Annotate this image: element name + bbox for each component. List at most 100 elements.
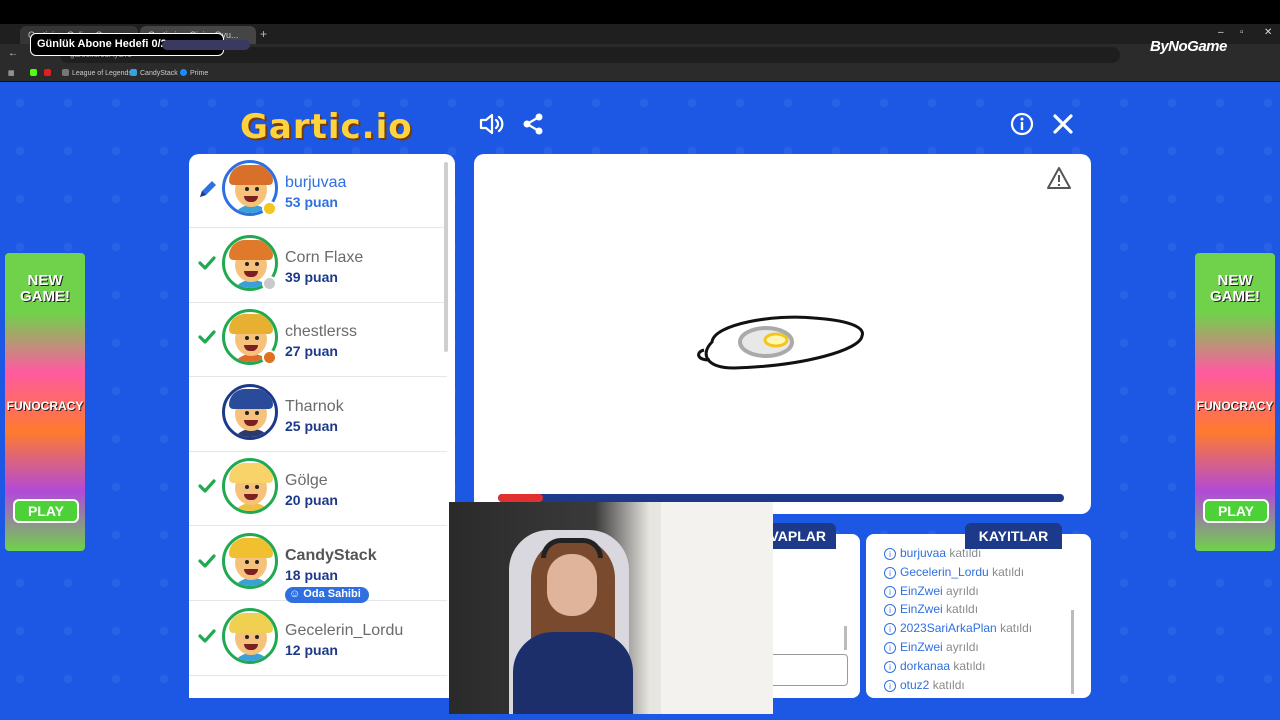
log-user: otuz2: [900, 677, 930, 692]
logs-scrollbar[interactable]: [1071, 610, 1074, 694]
tab-answers-label: VAPLAR: [769, 528, 826, 544]
maximize-icon[interactable]: ▫: [1240, 27, 1244, 38]
bookmark-label: League of Legends: [72, 70, 132, 77]
answer-input[interactable]: [768, 654, 848, 686]
bookmark-label: Prime: [190, 70, 209, 77]
bookmark-youtube-icon[interactable]: [44, 69, 54, 77]
check-icon: [197, 253, 217, 273]
drawing-svg: [697, 315, 864, 370]
player-score: 27 puan: [285, 343, 338, 360]
player-score: 53 puan: [285, 194, 338, 210]
player-name: Gecelerin_Lordu: [285, 621, 404, 639]
player-avatar: [222, 607, 278, 664]
webcam-person-face: [547, 554, 597, 616]
log-action: ayrıldı: [946, 583, 979, 598]
new-tab-icon[interactable]: +: [260, 27, 267, 41]
room-owner-label: Oda Sahibi: [303, 588, 361, 600]
player-name: Gölge: [285, 472, 328, 490]
bookmark-k-icon[interactable]: [30, 69, 40, 77]
log-action: ayrıldı: [946, 639, 979, 654]
player-avatar: [222, 458, 278, 515]
log-entry: i EinZwei ayrıldı: [884, 640, 1032, 659]
top-black-bar: [0, 0, 1280, 24]
player-score: 20 puan: [285, 492, 338, 509]
window-close-icon[interactable]: ✕: [1264, 27, 1272, 38]
log-action: katıldı: [1000, 621, 1033, 636]
info-icon: i: [884, 566, 896, 579]
players-scrollbar[interactable]: [444, 162, 448, 352]
player-name: Corn Flaxe: [285, 248, 364, 266]
ad-play-label: PLAY: [27, 503, 65, 519]
gartic-logo[interactable]: Gartic.io: [240, 107, 413, 147]
ad-banner-left[interactable]: NEW GAME! FUNOCRACY PLAY: [5, 253, 85, 551]
bookmarks-bar: ▦ League of Legends CandyStack Prime: [0, 66, 1280, 82]
info-icon: i: [884, 679, 896, 692]
ad-brand: FUNOCRACY: [6, 399, 84, 413]
info-icon[interactable]: [1010, 112, 1034, 142]
bookmark-label: CandyStack: [140, 70, 178, 77]
share-icon[interactable]: [521, 112, 545, 142]
log-action: katıldı: [932, 677, 965, 692]
bynogame-logo: ByNoGame: [1150, 38, 1227, 55]
player-row[interactable]: Tharnok 25 puan: [189, 378, 447, 452]
players-panel[interactable]: burjuvaa 53 puan Corn Flaxe 39 puan chestler…: [189, 154, 455, 698]
warning-icon[interactable]: [1046, 166, 1072, 197]
log-entry: i Gecelerin_Lordu katıldı: [884, 565, 1032, 584]
minimize-icon[interactable]: –: [1218, 27, 1224, 38]
info-icon: i: [884, 623, 896, 636]
log-user: Gecelerin_Lordu: [900, 564, 989, 579]
check-icon: [197, 626, 217, 646]
apps-icon[interactable]: ▦: [8, 69, 15, 77]
player-row[interactable]: CandyStack 18 puan ☺ Oda Sahibi: [189, 527, 447, 603]
bookmark-prime[interactable]: Prime: [180, 69, 208, 77]
log-entry: i EinZwei ayrıldı: [884, 584, 1032, 603]
ad-play-button[interactable]: PLAY: [13, 499, 79, 523]
ad-banner-right[interactable]: NEW GAME! FUNOCRACY PLAY: [1195, 253, 1275, 551]
check-icon: [197, 327, 217, 347]
info-icon: i: [884, 641, 896, 654]
player-row[interactable]: burjuvaa 53 puan: [189, 154, 447, 228]
player-row[interactable]: chestlerss 27 puan: [189, 303, 447, 378]
ad-headline: NEW GAME!: [1210, 272, 1260, 305]
check-icon: [197, 551, 217, 571]
log-user: EinZwei: [900, 602, 943, 617]
log-user: dorkanaa: [900, 658, 951, 673]
drawing-canvas[interactable]: [474, 154, 1091, 514]
player-status-dot: [262, 201, 277, 216]
player-row[interactable]: Gecelerin_Lordu 12 puan: [189, 602, 447, 676]
log-user: EinZwei: [900, 639, 943, 654]
logs-panel: i burjuvaa katıldı i Gecelerin_Lordu katıld…: [866, 534, 1091, 698]
ad-headline: NEW GAME!: [20, 272, 70, 305]
answers-scrollbar[interactable]: [844, 626, 847, 650]
pencil-icon: [197, 178, 217, 198]
close-icon[interactable]: [1051, 112, 1075, 142]
info-icon: i: [884, 604, 896, 617]
tab-logs[interactable]: KAYITLAR: [965, 523, 1062, 549]
room-owner-badge: ☺ Oda Sahibi: [285, 587, 369, 603]
ad-play-label: PLAY: [1217, 503, 1255, 519]
log-action: katıldı: [946, 602, 979, 617]
log-entry: i dorkanaa katıldı: [884, 659, 1032, 678]
bookmark-candystack[interactable]: CandyStack: [130, 69, 178, 77]
player-score: 18 puan: [285, 567, 338, 583]
back-icon[interactable]: ←: [8, 48, 18, 59]
player-avatar: [222, 533, 278, 589]
ad-brand: FUNOCRACY: [1196, 399, 1274, 413]
player-row[interactable]: Gölge 20 puan: [189, 452, 447, 527]
logo-text: Gartic.io: [240, 107, 413, 147]
tab-logs-label: KAYITLAR: [978, 528, 1049, 544]
player-score: 39 puan: [285, 268, 338, 285]
ad-play-button[interactable]: PLAY: [1203, 499, 1269, 523]
log-entry: i 2023SariArkaPlan katıldı: [884, 621, 1032, 640]
round-timer-bar: [498, 494, 1064, 502]
brand-text: ByNoGame: [1150, 38, 1227, 55]
logs-list: i burjuvaa katıldı i Gecelerin_Lordu katıld…: [884, 546, 1032, 696]
speaker-icon[interactable]: [479, 112, 505, 142]
streamer-webcam: [449, 502, 773, 714]
player-avatar: [222, 383, 278, 440]
bookmark-lol[interactable]: League of Legends: [62, 69, 132, 77]
player-row[interactable]: Corn Flaxe 39 puan: [189, 229, 447, 303]
player-name: chestlerss: [285, 323, 358, 341]
info-icon: i: [884, 585, 896, 598]
player-status-dot: [262, 350, 277, 366]
